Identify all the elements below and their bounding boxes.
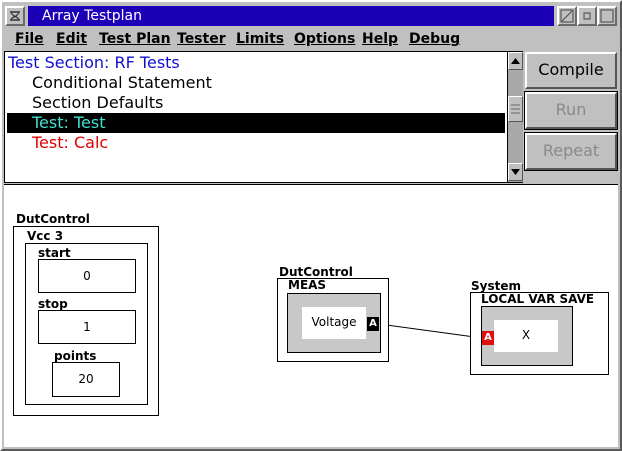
points-label: points [54,349,97,363]
menu-debug[interactable]: Debug [409,31,460,47]
start-value-field[interactable]: 0 [38,259,136,293]
tree-item-label: Test Section: RF Tests [8,53,180,72]
tree-item-test-test[interactable]: Test: Test [7,113,505,133]
minimize-icon [583,12,591,20]
tree-item-label: Test: Test [32,113,106,132]
tree-scrollbar[interactable] [507,52,523,182]
block2-inner-label: MEAS [288,278,327,292]
menu-help-label: Help [362,31,399,47]
title-bar: Array Testplan [4,4,618,28]
tree-item-test-section[interactable]: Test Section: RF Tests [8,53,180,72]
run-button[interactable]: Run [524,91,618,130]
x-variable-field[interactable]: X [494,320,558,352]
menu-debug-label: Debug [409,31,461,47]
block2-outer-label: DutControl [279,265,353,279]
menu-test-plan-label: Test Plan [99,31,171,47]
maximize-icon [600,9,614,23]
app-window: Array Testplan File Edit Test Plan Teste… [0,0,622,451]
tree-item-label: Section Defaults [32,93,164,112]
voltage-field[interactable]: Voltage [302,307,366,339]
maximize-button[interactable] [597,6,617,26]
close-icon [560,9,574,23]
block1-outer-label: DutControl [16,212,90,226]
scroll-down-button[interactable] [508,163,523,181]
close-button[interactable] [557,6,577,26]
menu-options[interactable]: Options [294,31,355,47]
points-value-field[interactable]: 20 [52,362,120,397]
menu-bar: File Edit Test Plan Tester Limits Option… [4,29,618,51]
block3-outer-label: System [471,279,521,293]
menu-edit-label: Edit [56,31,88,47]
menu-options-label: Options [294,31,356,47]
window-title: Array Testplan [42,8,142,24]
test-tree-panel: Test Section: RF Tests Conditional State… [4,51,523,183]
block3-inner-label: LOCAL VAR SAVE [481,292,595,306]
arrow-down-icon [511,169,520,175]
input-port-a[interactable]: A [482,331,494,345]
scroll-thumb[interactable] [508,96,523,122]
tree-item-label: Test: Calc [32,133,109,152]
stop-value-field[interactable]: 1 [38,310,136,344]
menu-test-plan[interactable]: Test Plan [99,31,171,47]
arrow-up-icon [511,58,520,64]
tree-item-conditional[interactable]: Conditional Statement [32,73,212,92]
title-fill: Array Testplan [28,6,554,26]
window-menu-icon [10,11,20,21]
menu-tester[interactable]: Tester [177,31,226,47]
compile-button[interactable]: Compile [525,52,617,89]
tree-item-section-defaults[interactable]: Section Defaults [32,93,163,112]
output-port-a[interactable]: A [367,317,379,331]
stop-label: stop [38,297,68,311]
menu-limits[interactable]: Limits [236,31,284,47]
tree-item-test-calc[interactable]: Test: Calc [32,133,108,152]
test-tree-list: Test Section: RF Tests Conditional State… [5,52,505,182]
start-label: start [38,246,71,260]
grip-icon [511,104,520,114]
block1-inner-label: Vcc 3 [27,229,64,243]
menu-edit[interactable]: Edit [56,31,87,47]
menu-limits-label: Limits [236,31,285,47]
minimize-button[interactable] [577,6,597,26]
menu-help[interactable]: Help [362,31,398,47]
scroll-up-button[interactable] [508,52,523,70]
menu-tester-label: Tester [177,31,226,47]
tree-item-label: Conditional Statement [32,73,212,92]
menu-file[interactable]: File [15,31,44,47]
repeat-button[interactable]: Repeat [524,132,618,171]
block-diagram-canvas[interactable]: DutControl Vcc 3 start 0 stop 1 points 2… [4,184,618,447]
window-menu-button[interactable] [5,6,25,26]
menu-file-label: File [15,31,44,47]
